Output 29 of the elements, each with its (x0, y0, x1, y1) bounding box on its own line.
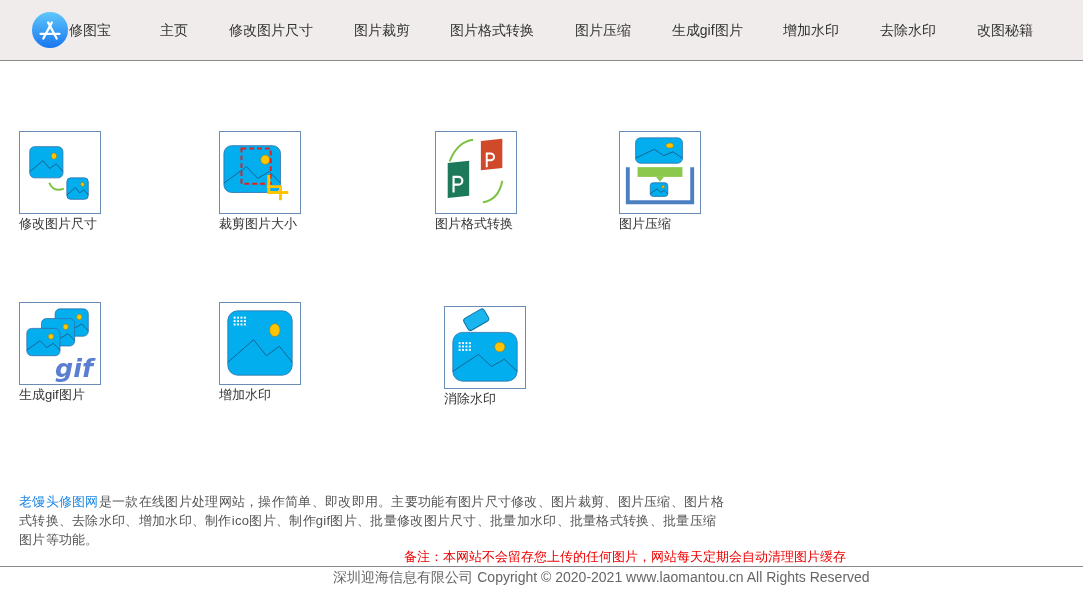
notice-text: 备注：本网站不会留存您上传的任何图片，网站每天定期会自动清理图片缓存 (404, 549, 847, 565)
tool-link[interactable]: 消除水印 (444, 305, 526, 408)
nav-link[interactable]: 图片裁剪 (351, 15, 412, 45)
tool-link[interactable]: 图片格式转换 (435, 131, 517, 234)
tool-link[interactable]: 裁剪图片大小 (219, 131, 301, 234)
compress-image-icon (619, 131, 701, 214)
resize-image-icon (19, 131, 101, 214)
nav-link[interactable]: 改图秘籍 (974, 15, 1035, 45)
nav-link[interactable]: 修改图片尺寸 (226, 15, 315, 45)
nav-link[interactable]: 生成gif图片 (669, 15, 745, 45)
nav-link[interactable]: 主页 (158, 15, 190, 45)
tool-link[interactable]: 修改图片尺寸 (19, 131, 101, 234)
file-convert-icon (435, 131, 517, 214)
crop-image-icon (219, 131, 301, 214)
nav-link[interactable]: 去除水印 (878, 15, 939, 45)
nav-link[interactable]: 图片压缩 (573, 15, 634, 45)
tool-link[interactable]: 图片压缩 (619, 131, 701, 234)
app-logo-icon (31, 11, 69, 49)
site-description: 老馒头修图网是一款在线图片处理网站，操作简单、即改即用。主要功能有图片尺寸修改、图片裁剪、图片压缩、图片格式转换、去除水印、增加水印、制作ico图片、制作gif图片、批量修改图片尺寸、批量加水印、批量格式转换、批量压缩图片等功能。 (19, 493, 724, 549)
tool-link[interactable]: gif 生成gif图片 (19, 301, 101, 404)
brand-name[interactable]: 修图宝 (69, 19, 111, 41)
nav-link[interactable]: 增加水印 (781, 15, 842, 45)
copyright-text: 深圳迎海信息有限公司 Copyright © 2020-2021 www.laomantou.cn All Rights Reserved (333, 569, 870, 585)
site-link[interactable]: 老馒头修图网 (19, 494, 99, 509)
gif-images-icon: gif (19, 301, 101, 385)
image-watermark-icon (219, 301, 301, 385)
nav-link[interactable]: 图片格式转换 (448, 15, 537, 45)
tool-link[interactable]: 增加水印 (219, 301, 301, 404)
eraser-image-icon (444, 305, 526, 389)
